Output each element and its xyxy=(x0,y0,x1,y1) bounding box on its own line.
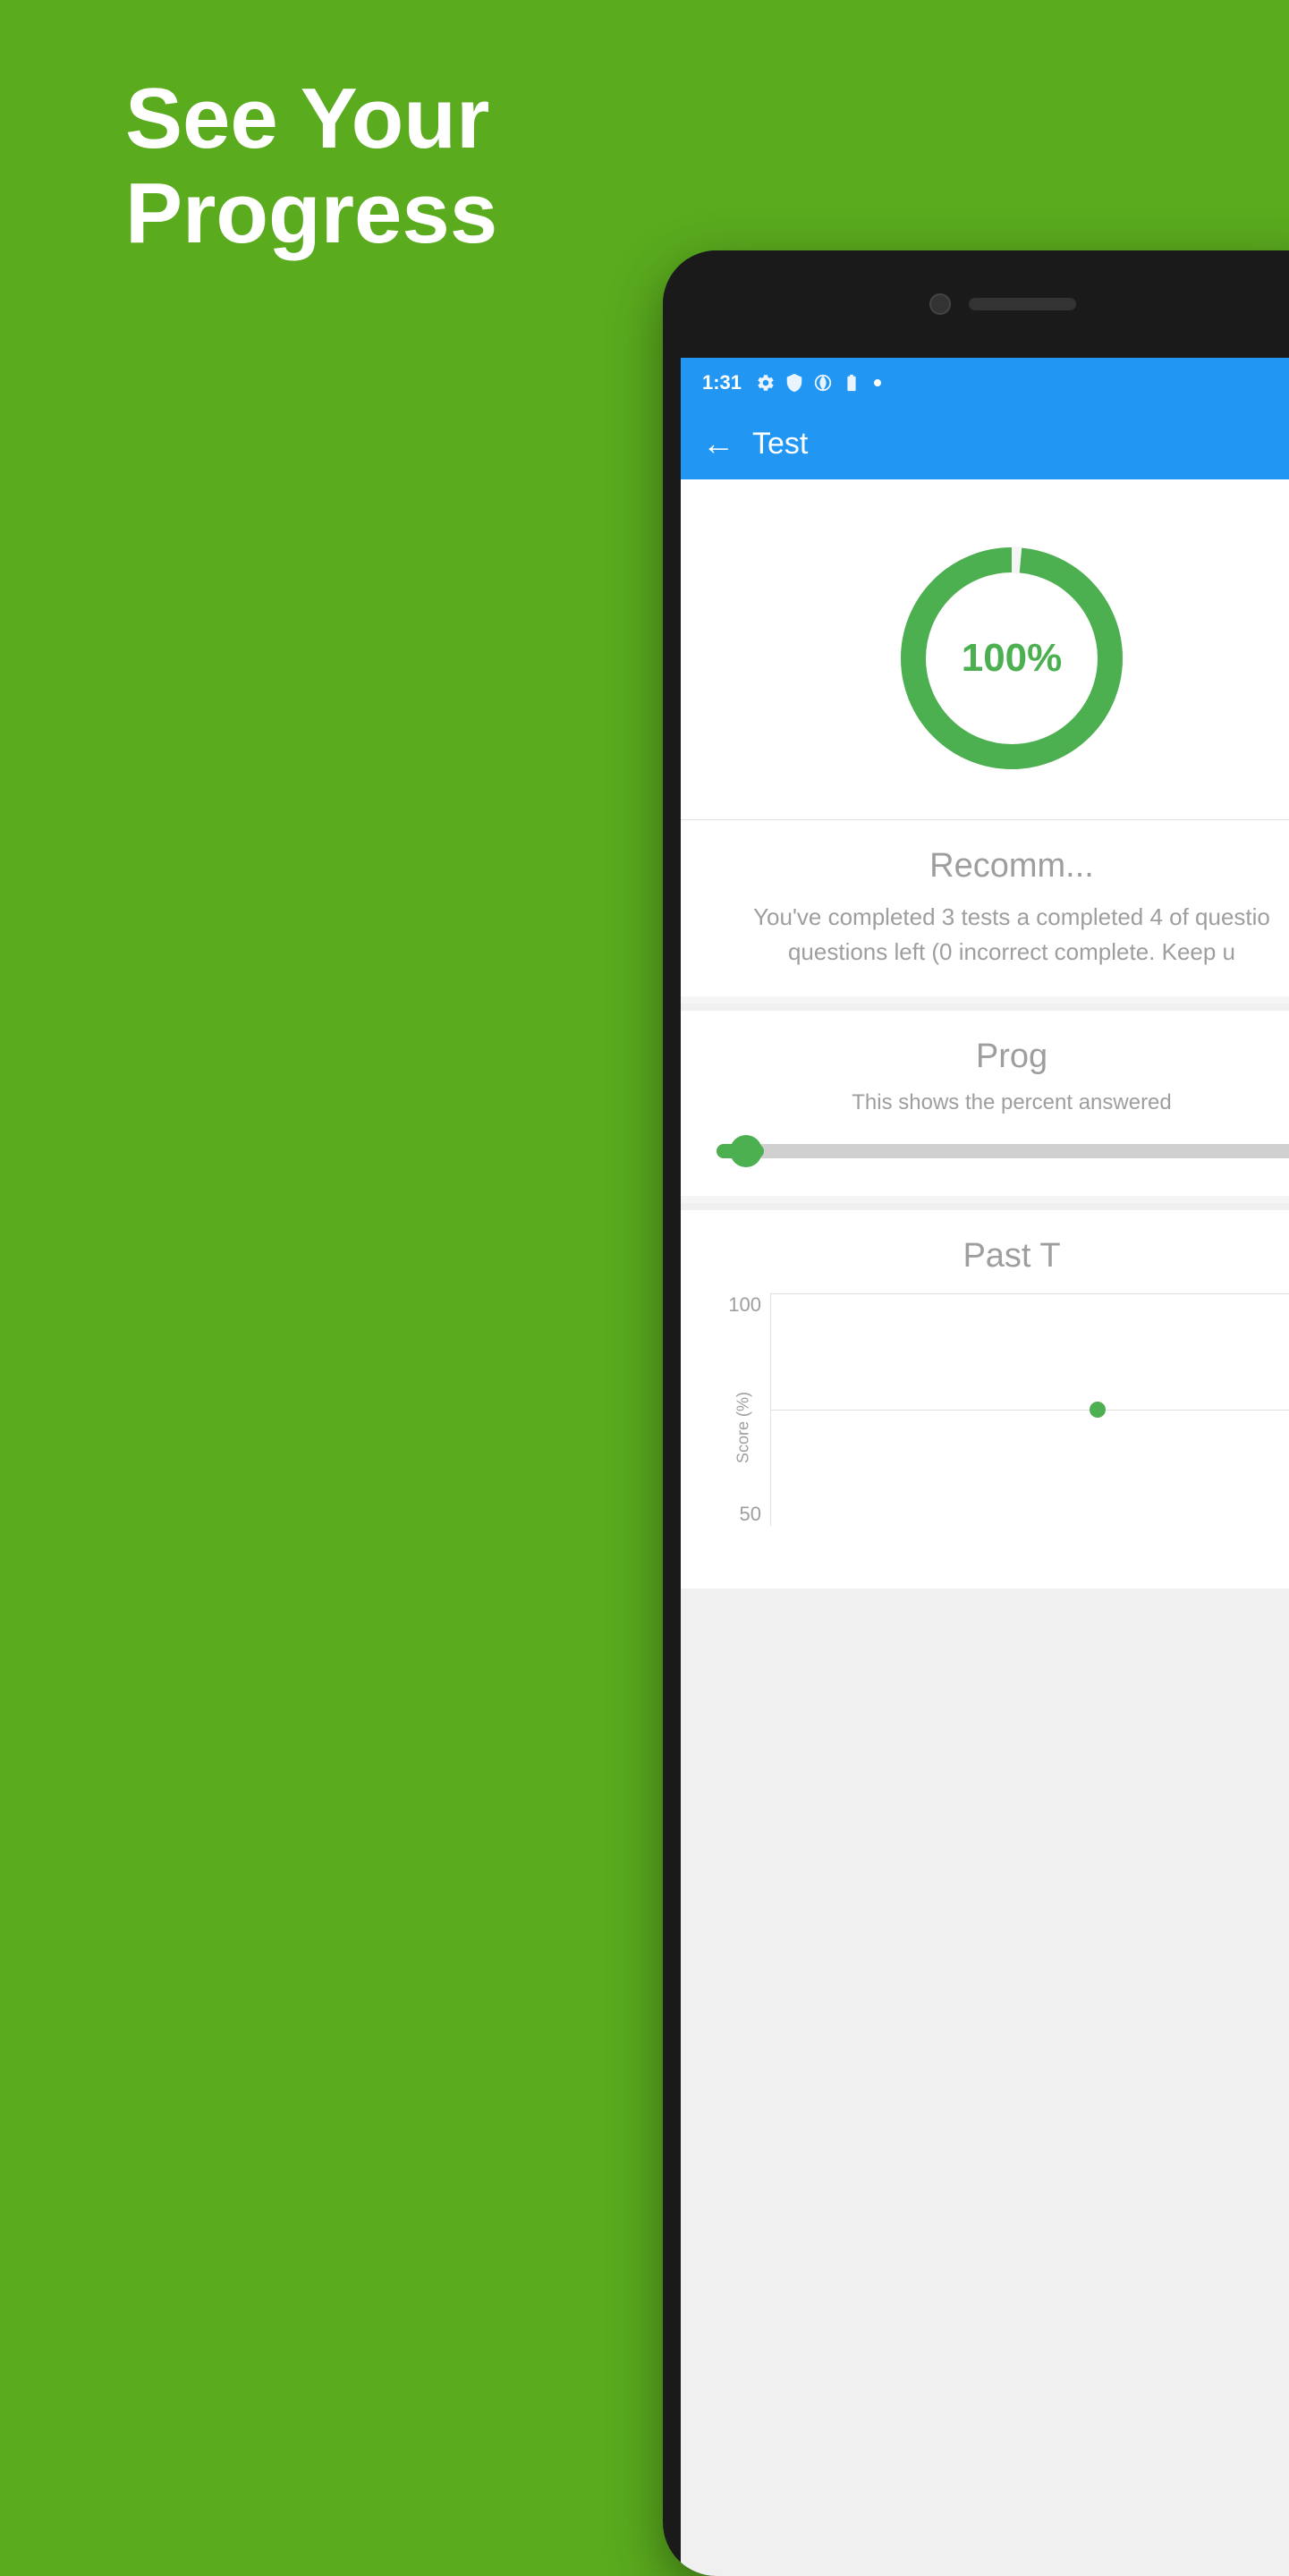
phone-screen: 1:31 xyxy=(681,358,1289,2576)
status-dot xyxy=(874,379,881,386)
headline-line1: See Your xyxy=(125,72,497,166)
progress-thumb xyxy=(730,1135,762,1167)
status-time: 1:31 xyxy=(702,371,742,394)
phone-top-bezel xyxy=(663,250,1289,358)
gear-icon xyxy=(756,373,776,393)
chart-y-axis-label: Score (%) xyxy=(734,1392,753,1463)
app-title: Test xyxy=(752,427,808,462)
recommendation-section: Recomm... You've completed 3 tests a com… xyxy=(681,819,1289,996)
progress-track xyxy=(717,1144,1289,1158)
progress-section: Prog This shows the percent answered 1 xyxy=(681,1004,1289,1196)
chart-grid xyxy=(770,1293,1289,1526)
phone-frame: 1:31 xyxy=(663,250,1289,2576)
progress-slider-container: 1 xyxy=(717,1133,1289,1169)
progress-title: Prog xyxy=(708,1038,1289,1076)
shield-icon xyxy=(784,373,804,393)
chart-area: 100 50 Score (%) xyxy=(708,1293,1289,1562)
chart-grid-line-50 xyxy=(771,1410,1289,1411)
chart-grid-line-100 xyxy=(771,1293,1289,1294)
back-button[interactable]: ← xyxy=(702,425,734,462)
chart-y-label-100: 100 xyxy=(728,1293,761,1317)
donut-chart: 100% xyxy=(886,533,1137,784)
donut-percent: 100% xyxy=(962,636,1063,681)
signal-icon xyxy=(813,373,833,393)
chart-data-point xyxy=(1090,1402,1106,1418)
camera-icon xyxy=(929,293,951,315)
recommendation-title: Recomm... xyxy=(708,847,1289,886)
headline-line2: Progress xyxy=(125,166,497,261)
chart-y-label-50: 50 xyxy=(740,1503,761,1526)
past-tests-section: Past T 100 50 Score (%) xyxy=(681,1203,1289,1589)
past-tests-title: Past T xyxy=(708,1237,1289,1275)
speaker-slot xyxy=(969,298,1076,310)
recommendation-body: You've completed 3 tests a completed 4 o… xyxy=(708,900,1289,970)
app-bar: ← Test xyxy=(681,408,1289,479)
headline: See Your Progress xyxy=(125,72,497,260)
progress-subtitle: This shows the percent answered xyxy=(708,1090,1289,1115)
status-bar: 1:31 xyxy=(681,358,1289,408)
phone-mockup: 1:31 xyxy=(663,250,1289,2576)
status-icons xyxy=(756,373,881,393)
battery-icon xyxy=(842,373,861,393)
donut-section: 100% xyxy=(681,479,1289,819)
content-area: 100% Recomm... You've completed 3 tests … xyxy=(681,479,1289,1589)
